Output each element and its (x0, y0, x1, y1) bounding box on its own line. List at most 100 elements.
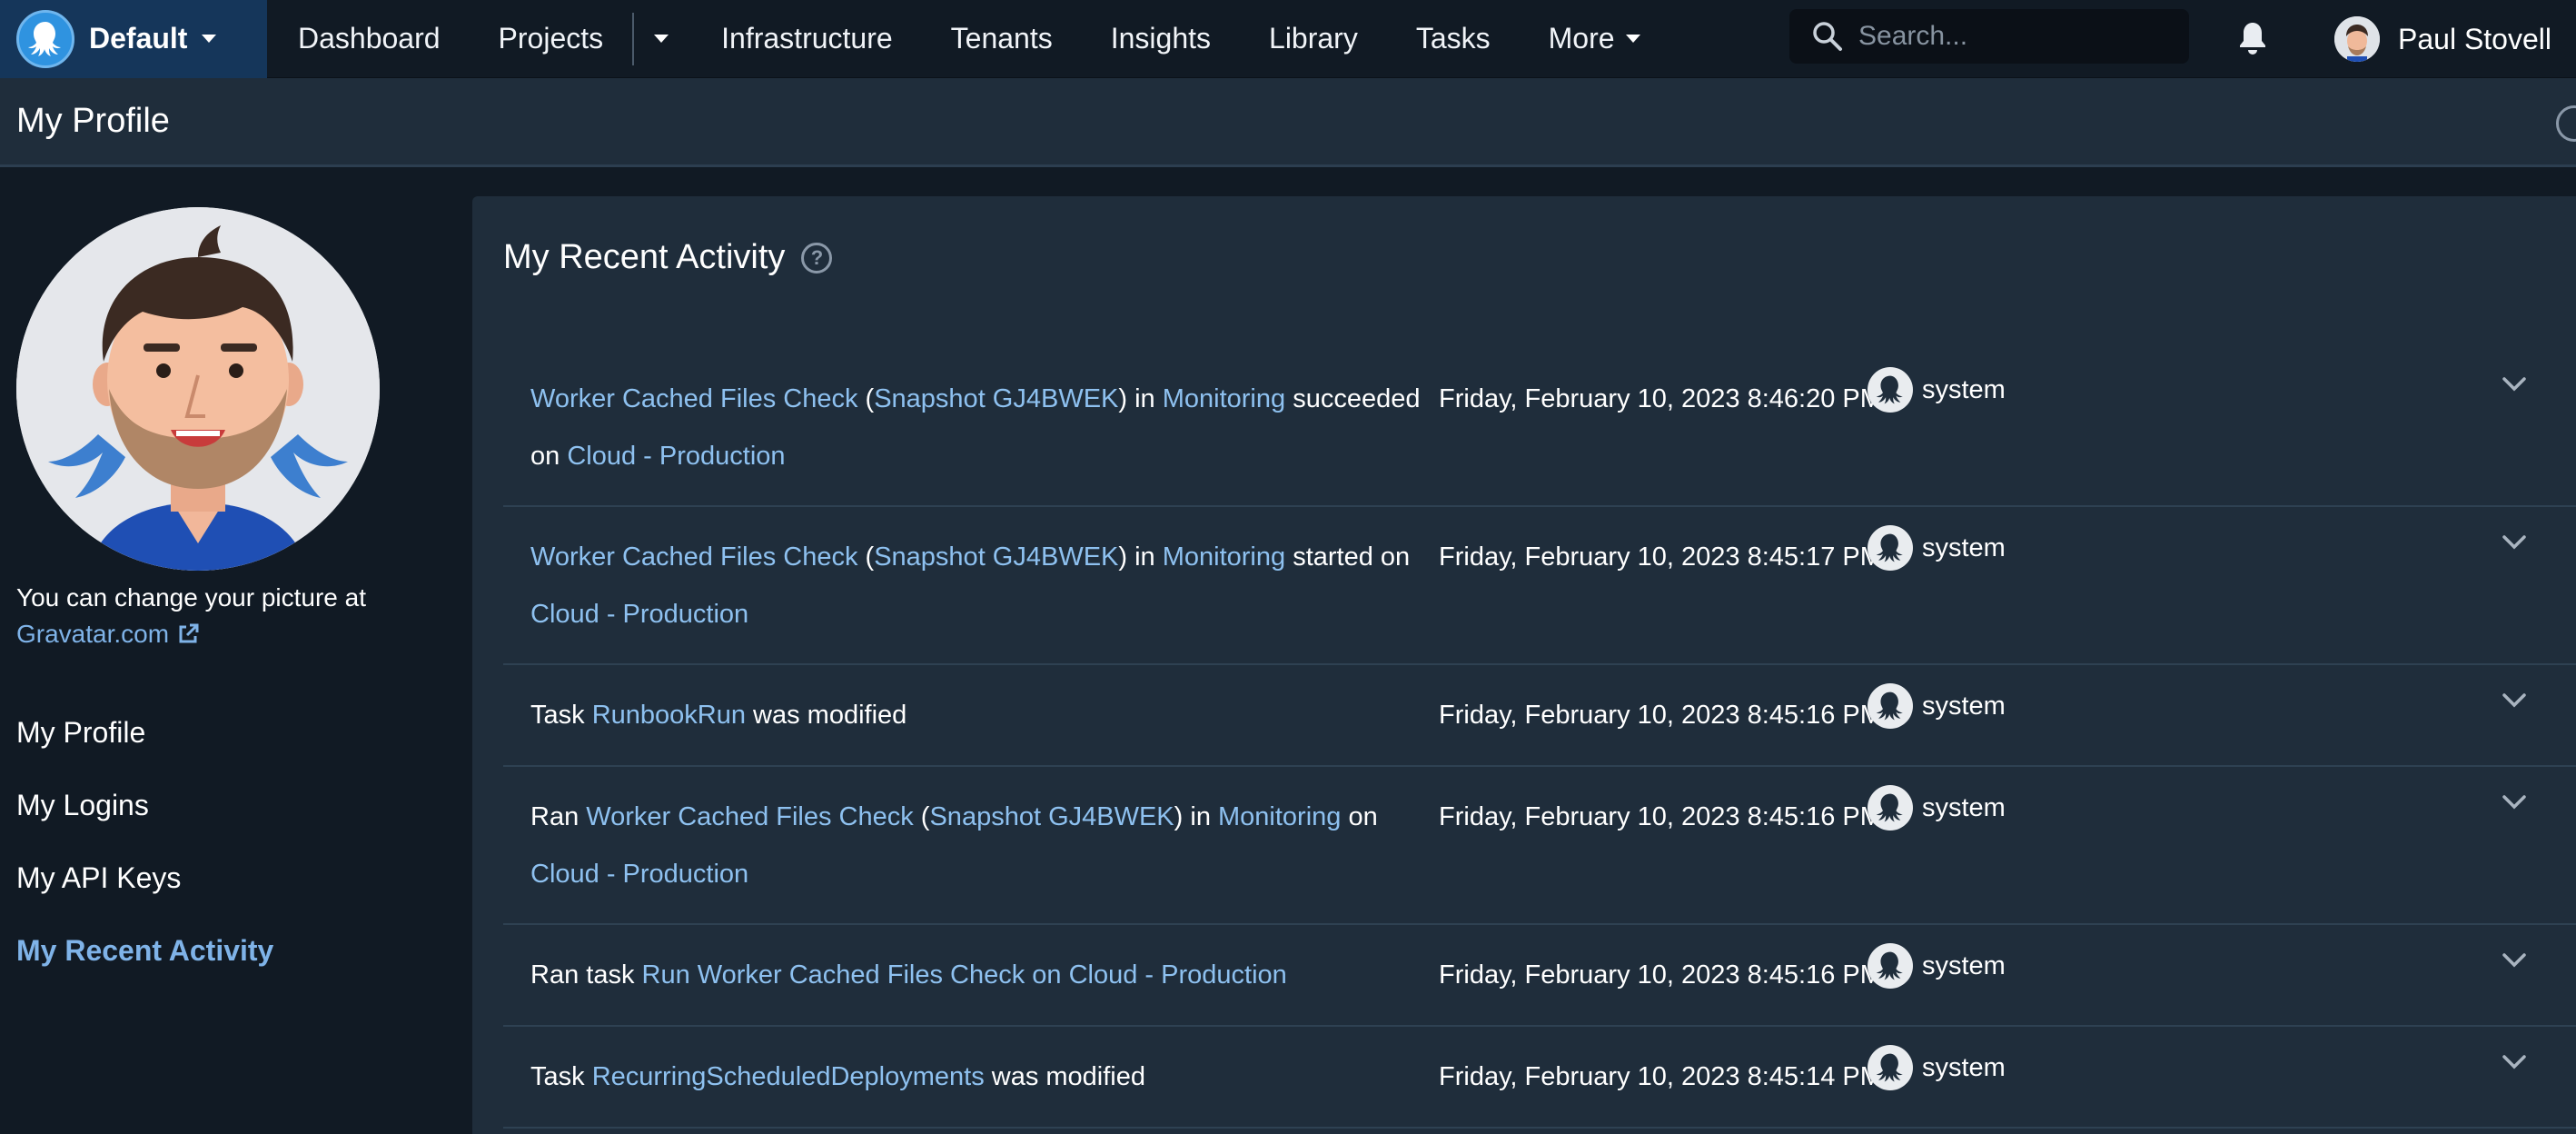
activity-text: Task (530, 701, 592, 730)
search-input[interactable] (1858, 21, 2167, 52)
activity-link[interactable]: Worker Cached Files Check (530, 384, 857, 413)
chevron-down-icon (654, 35, 669, 43)
activity-row: Worker Cached Files Check (Snapshot GJ4B… (503, 349, 2576, 507)
activity-date: Friday, February 10, 2023 8:45:16 PM (1439, 960, 1882, 990)
activity-link[interactable]: Worker Cached Files Check (530, 542, 857, 572)
octopus-avatar-icon (1868, 943, 1913, 989)
nav-insights[interactable]: Insights (1082, 0, 1240, 78)
chevron-down-icon (1625, 35, 1640, 43)
help-circle-icon[interactable]: ? (801, 242, 833, 274)
sidebar-item-my-profile[interactable]: My Profile (16, 696, 273, 769)
activity-description: Worker Cached Files Check (Snapshot GJ4B… (530, 371, 1421, 485)
activity-row: Task RecurringScheduledDeployments was m… (503, 1027, 2576, 1129)
activity-row: Task RunbookRun was modified Friday, Febr… (503, 665, 2576, 767)
activity-link[interactable]: Monitoring (1163, 384, 1285, 413)
octopus-logo-icon (16, 9, 74, 68)
picture-note-text: You can change your picture at (16, 583, 367, 612)
chevron-down-icon[interactable] (2502, 534, 2527, 555)
activity-link[interactable]: Cloud - Production (567, 442, 785, 471)
octopus-avatar-icon (1868, 525, 1913, 571)
activity-row: Ran Worker Cached Files Check (Snapshot … (503, 767, 2576, 925)
activity-link[interactable]: Snapshot GJ4BWEK (874, 542, 1118, 572)
activity-link[interactable]: RunbookRun (592, 701, 746, 730)
activity-user-name: system (1922, 950, 2006, 980)
activity-text: Ran (530, 802, 587, 831)
activity-text: ) in (1118, 384, 1163, 413)
activity-link[interactable]: Cloud - Production (530, 600, 748, 629)
activity-text: started on (1285, 542, 1411, 572)
activity-row: Worker Cached Files Check (Snapshot GJ4B… (503, 507, 2576, 665)
search-box[interactable] (1789, 9, 2189, 64)
picture-note: You can change your picture at Gravatar.… (16, 580, 452, 652)
nav-more-label: More (1548, 22, 1615, 55)
chevron-down-icon[interactable] (2502, 376, 2527, 397)
activity-text: ) in (1174, 802, 1218, 831)
sidebar-item-my-logins[interactable]: My Logins (16, 769, 273, 841)
profile-side-nav: My Profile My Logins My API Keys My Rece… (16, 696, 273, 987)
activity-user: system (1868, 1045, 2006, 1090)
nav-tenants[interactable]: Tenants (922, 0, 1082, 78)
activity-text: ) in (1118, 542, 1163, 572)
activity-description: Ran task Run Worker Cached Files Check o… (530, 947, 1421, 1004)
activity-user: system (1868, 943, 2006, 989)
activity-user: system (1868, 367, 2006, 413)
activity-link[interactable]: Cloud - Production (530, 860, 748, 889)
page-title: My Profile (16, 102, 170, 140)
help-circle-icon[interactable] (2556, 105, 2576, 142)
activity-text: on (1341, 802, 1378, 831)
main-nav: Dashboard Projects Infrastructure Tenant… (298, 0, 1669, 78)
activity-text: Task (530, 1062, 592, 1091)
chevron-down-icon[interactable] (2502, 952, 2527, 973)
nav-projects[interactable]: Projects (470, 0, 633, 78)
nav-more[interactable]: More (1520, 0, 1669, 78)
gravatar-link[interactable]: Gravatar.com (16, 616, 200, 652)
activity-text: ( (913, 802, 930, 831)
activity-user-name: system (1922, 374, 2006, 404)
panel-title-text: My Recent Activity (503, 238, 786, 276)
activity-date: Friday, February 10, 2023 8:45:14 PM (1439, 1062, 1882, 1091)
search-icon (1813, 22, 1842, 51)
activity-link[interactable]: Snapshot GJ4BWEK (874, 384, 1118, 413)
user-menu[interactable]: Paul Stovell (2334, 13, 2551, 65)
activity-description: Task RunbookRun was modified (530, 687, 1421, 744)
space-name: Default (89, 22, 188, 55)
sidebar-item-my-api-keys[interactable]: My API Keys (16, 841, 273, 914)
activity-text: Ran task (530, 960, 642, 990)
activity-text: was modified (745, 701, 907, 730)
activity-user-name: system (1922, 532, 2006, 562)
activity-user: system (1868, 683, 2006, 729)
activity-description: Worker Cached Files Check (Snapshot GJ4B… (530, 529, 1421, 643)
sidebar-item-my-recent-activity[interactable]: My Recent Activity (16, 914, 273, 987)
activity-user-name: system (1922, 1052, 2006, 1082)
activity-date: Friday, February 10, 2023 8:45:16 PM (1439, 802, 1882, 831)
projects-dropdown-button[interactable] (634, 0, 692, 78)
chevron-down-icon[interactable] (2502, 1054, 2527, 1075)
panel-title: My Recent Activity ? (503, 238, 833, 277)
nav-infrastructure[interactable]: Infrastructure (692, 0, 922, 78)
activity-user-name: system (1922, 691, 2006, 721)
activity-link[interactable]: Snapshot GJ4BWEK (929, 802, 1174, 831)
activity-link[interactable]: RecurringScheduledDeployments (592, 1062, 985, 1091)
activity-link[interactable]: Worker Cached Files Check (586, 802, 913, 831)
avatar (2334, 16, 2380, 62)
activity-link[interactable]: Monitoring (1218, 802, 1341, 831)
chevron-down-icon[interactable] (2502, 692, 2527, 713)
nav-tasks[interactable]: Tasks (1387, 0, 1520, 78)
activity-link[interactable]: Monitoring (1163, 542, 1285, 572)
activity-user: system (1868, 785, 2006, 831)
bell-icon[interactable] (2236, 20, 2269, 61)
activity-date: Friday, February 10, 2023 8:45:17 PM (1439, 542, 1882, 572)
nav-library[interactable]: Library (1240, 0, 1387, 78)
activity-text: ( (857, 542, 875, 572)
space-switcher[interactable]: Default (0, 0, 267, 78)
activity-link[interactable]: Run Worker Cached Files Check on Cloud -… (642, 960, 1287, 990)
recent-activity-panel: My Recent Activity ? Worker Cached Files… (472, 196, 2576, 1134)
profile-picture (16, 207, 380, 571)
activity-description: Task RecurringScheduledDeployments was m… (530, 1049, 1421, 1106)
chevron-down-icon[interactable] (2502, 794, 2527, 815)
activity-row: Ran task Run Worker Cached Files Check o… (503, 925, 2576, 1027)
octopus-avatar-icon (1868, 785, 1913, 831)
chevron-down-icon (202, 35, 217, 43)
top-navigation-bar: Default Dashboard Projects Infrastructur… (0, 0, 2576, 78)
nav-dashboard[interactable]: Dashboard (298, 0, 470, 78)
